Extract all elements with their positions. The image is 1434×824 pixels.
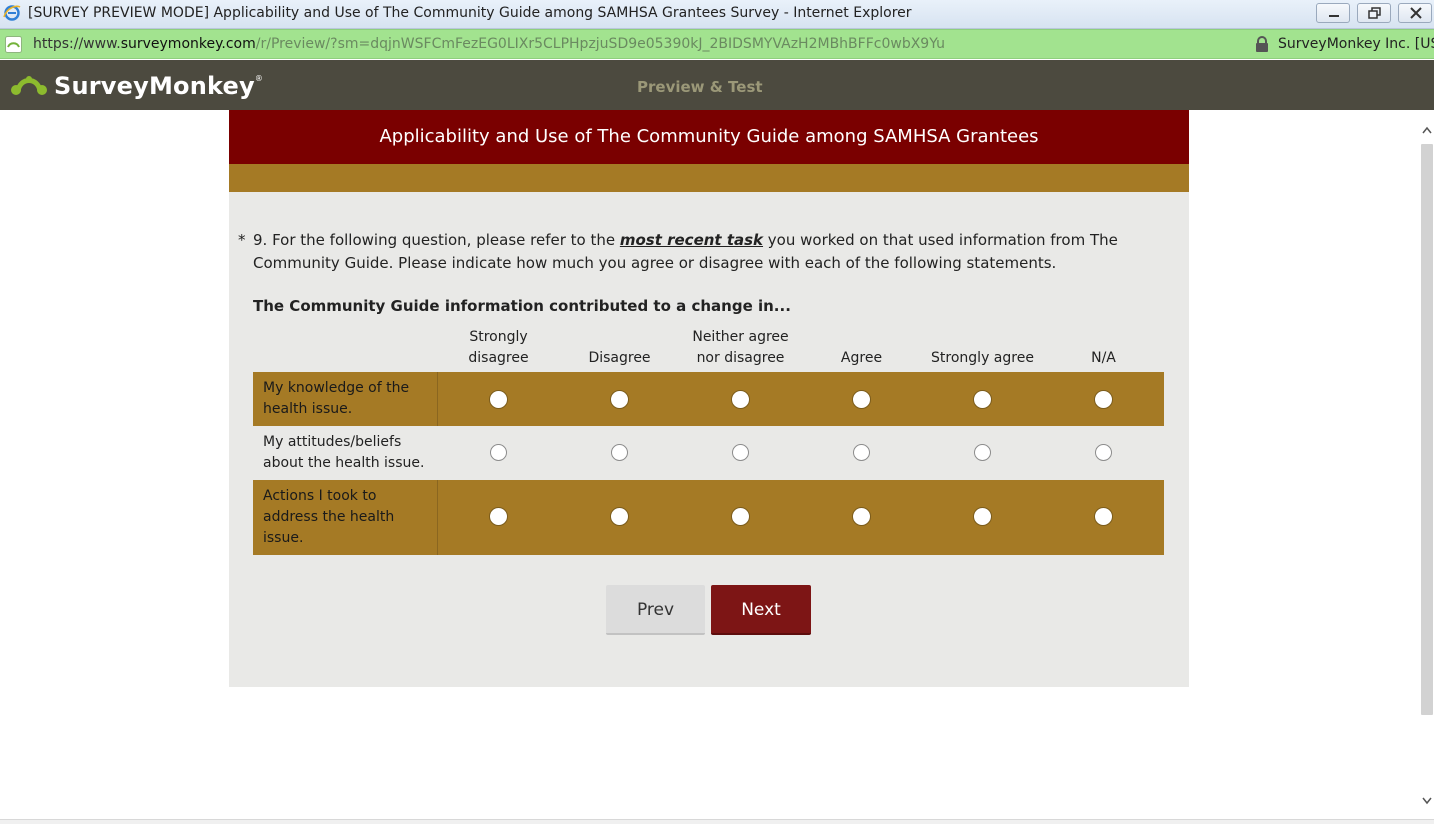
radio-na[interactable] [1094, 390, 1113, 409]
radio-agree[interactable] [853, 444, 870, 461]
internet-explorer-icon [3, 5, 21, 21]
column-header: Strongly disagree [468, 329, 529, 366]
page-content: Applicability and Use of The Community G… [0, 110, 1420, 823]
radio-disagree[interactable] [611, 444, 628, 461]
column-header: Disagree [588, 350, 651, 366]
surveymonkey-header: SurveyMonkey® Preview & Test [0, 60, 1434, 110]
radio-na[interactable] [1094, 507, 1113, 526]
page-icon [5, 36, 22, 53]
question-emphasis: most recent task [619, 231, 764, 249]
lock-icon[interactable] [1255, 36, 1269, 53]
minimize-icon [1329, 15, 1339, 17]
vertical-scrollbar[interactable] [1420, 110, 1434, 823]
radio-neither[interactable] [732, 444, 749, 461]
preview-mode-label: Preview & Test [637, 78, 763, 96]
scroll-down-icon[interactable] [1422, 797, 1432, 805]
radio-strongly-disagree[interactable] [490, 444, 507, 461]
row-label: My attitudes/beliefs about the health is… [263, 434, 425, 471]
survey-container: Applicability and Use of The Community G… [229, 110, 1189, 687]
close-button[interactable] [1398, 3, 1432, 23]
window-title: [SURVEY PREVIEW MODE] Applicability and … [28, 5, 912, 21]
radio-disagree[interactable] [610, 507, 629, 526]
row-label: My knowledge of the health issue. [253, 372, 438, 426]
scroll-up-icon[interactable] [1422, 126, 1432, 134]
column-header: Neither agree nor disagree [692, 329, 789, 366]
radio-disagree[interactable] [610, 390, 629, 409]
scrollbar-thumb[interactable] [1421, 144, 1433, 715]
radio-strongly-disagree[interactable] [489, 390, 508, 409]
url-text[interactable]: https://www.surveymonkey.com/r/Preview/?… [33, 36, 945, 52]
radio-neither[interactable] [731, 390, 750, 409]
radio-strongly-agree[interactable] [973, 390, 992, 409]
status-strip [0, 819, 1434, 824]
survey-accent-band [229, 164, 1189, 192]
window-title-bar: [SURVEY PREVIEW MODE] Applicability and … [0, 0, 1434, 29]
matrix-heading: The Community Guide information contribu… [253, 297, 791, 315]
radio-strongly-disagree[interactable] [489, 507, 508, 526]
next-button[interactable]: Next [711, 585, 811, 635]
column-header: Agree [840, 350, 883, 366]
radio-agree[interactable] [852, 390, 871, 409]
required-marker: * [238, 231, 246, 249]
brand-logo-text: SurveyMonkey® [54, 72, 264, 100]
survey-title: Applicability and Use of The Community G… [229, 110, 1189, 164]
row-label: Actions I took to address the health iss… [253, 480, 438, 555]
radio-strongly-agree[interactable] [974, 444, 991, 461]
matrix-row: My attitudes/beliefs about the health is… [253, 426, 1164, 480]
radio-agree[interactable] [852, 507, 871, 526]
column-header: Strongly agree [931, 350, 1034, 366]
matrix-row: Actions I took to address the health iss… [253, 480, 1164, 555]
surveymonkey-logo-icon [11, 76, 47, 95]
close-icon [1410, 7, 1422, 19]
radio-strongly-agree[interactable] [973, 507, 992, 526]
address-bar[interactable]: https://www.surveymonkey.com/r/Preview/?… [0, 29, 1434, 59]
column-header: N/A [1091, 350, 1116, 366]
restore-button[interactable] [1357, 3, 1391, 23]
certificate-label[interactable]: SurveyMonkey Inc. [US] [1278, 36, 1434, 52]
radio-na[interactable] [1095, 444, 1112, 461]
restore-icon [1368, 7, 1381, 19]
radio-neither[interactable] [731, 507, 750, 526]
matrix-row: My knowledge of the health issue. [253, 372, 1164, 426]
minimize-button[interactable] [1316, 3, 1350, 23]
prev-button[interactable]: Prev [606, 585, 705, 635]
